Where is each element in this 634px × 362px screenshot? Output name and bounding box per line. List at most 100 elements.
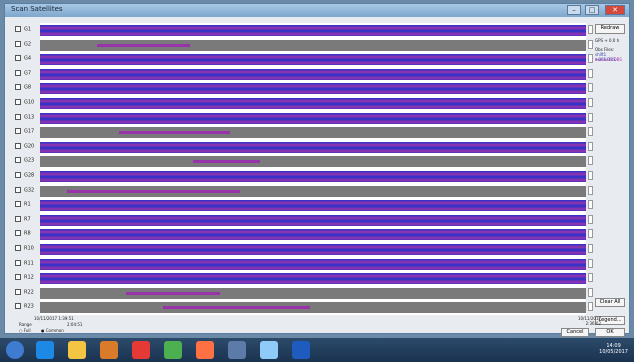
row-scroll-button[interactable] [588,156,593,166]
row-checkbox[interactable] [15,26,21,32]
row-label-r8[interactable]: R8 [15,230,31,237]
taskbar: 14:09 10/05/2017 [0,338,634,362]
track-g13 [40,112,586,124]
track-g23 [40,156,586,168]
row-scroll-button[interactable] [588,112,593,122]
row-label-r11[interactable]: R11 [15,259,34,266]
folder-icon[interactable] [68,341,86,359]
row-scroll-button[interactable] [588,141,593,151]
row-scroll-button[interactable] [588,171,593,180]
row-scroll-button[interactable] [588,302,593,312]
row-label-r23[interactable]: R23 [15,303,34,310]
paint-icon[interactable] [260,341,278,359]
row-label-r10[interactable]: R10 [15,245,34,252]
row-checkbox[interactable] [15,157,21,164]
row-label-r22[interactable]: R22 [15,288,34,295]
row-label-g8[interactable]: G8 [15,84,31,91]
row-label-r1[interactable]: R1 [15,201,31,208]
range-common-radio[interactable]: ● Common [41,328,64,333]
row-label-g17[interactable]: G17 [15,128,34,135]
row-scroll-button[interactable] [588,54,593,64]
row-label-g4[interactable]: G4 [15,55,31,62]
mid-time: 2:04:51 [67,322,83,327]
row-label-g2[interactable]: G2 [15,40,31,47]
row-checkbox[interactable] [15,142,21,149]
track-g28 [40,171,586,182]
row-label-g7[interactable]: G7 [15,69,31,76]
row-checkbox[interactable] [15,99,21,105]
row-checkbox[interactable] [15,259,21,266]
row-label-g28[interactable]: G28 [15,172,34,179]
close-button[interactable]: ✕ [605,5,625,15]
row-label-g20[interactable]: G20 [15,142,34,149]
row-label-g32[interactable]: G32 [15,186,34,193]
row-checkbox[interactable] [15,172,21,178]
row-label-g13[interactable]: G13 [15,113,34,120]
scan-segment [119,131,230,135]
row-scroll-button[interactable] [588,39,593,49]
redraw-button[interactable]: Redraw [595,24,625,34]
row-checkbox[interactable] [15,215,21,222]
row-scroll-button[interactable] [588,200,593,210]
row-label-g10[interactable]: G10 [15,99,34,106]
row-scroll-button[interactable] [588,273,593,283]
gps-offset: GPS + 0.0 h [595,38,620,43]
row-scroll-button[interactable] [588,68,593,78]
scan-satellites-window: Scan Satellites – □ ✕ G1 G2 G4 G7 G8 G10 G13 G1… [4,3,630,337]
row-checkbox[interactable] [15,274,21,281]
cancel-button[interactable]: Cancel [561,328,589,337]
row-scroll-button[interactable] [588,127,593,137]
row-checkbox[interactable] [15,288,21,295]
media-icon[interactable] [132,341,150,359]
app-icon[interactable] [100,341,118,359]
row-checkbox[interactable] [15,84,21,91]
clock[interactable]: 14:09 10/05/2017 [599,343,628,355]
row-label-g1[interactable]: G1 [15,26,31,33]
start-icon[interactable] [6,341,24,359]
word-icon[interactable] [292,341,310,359]
row-scroll-button[interactable] [588,214,593,224]
track-g20 [40,141,586,153]
track-g32 [40,185,586,197]
row-checkbox[interactable] [15,55,21,62]
scan-segment [126,291,220,295]
track-g4 [40,54,586,66]
row-label-r12[interactable]: R12 [15,274,34,281]
row-checkbox[interactable] [15,69,21,76]
browser-icon[interactable] [36,341,54,359]
row-checkbox[interactable] [15,113,21,120]
scan-segment [67,189,240,193]
row-checkbox[interactable] [15,128,21,135]
row-scroll-button[interactable] [588,185,593,195]
settings-icon[interactable] [228,341,246,359]
row-checkbox[interactable] [15,201,21,208]
row-scroll-button[interactable] [588,25,593,34]
ok-button[interactable]: OK [595,328,625,337]
scan-timeline-plot [40,23,586,315]
row-scroll-button[interactable] [588,258,593,268]
row-checkbox[interactable] [15,230,21,237]
chat-icon[interactable] [164,341,182,359]
track-r11 [40,258,586,270]
row-scroll-button[interactable] [588,98,593,107]
row-checkbox[interactable] [15,40,21,47]
row-checkbox[interactable] [15,186,21,193]
row-scroll-button[interactable] [588,229,593,239]
row-label-g23[interactable]: G23 [15,157,34,164]
row-scroll-button[interactable] [588,83,593,93]
row-label-r7[interactable]: R7 [15,215,31,222]
firefox-icon[interactable] [196,341,214,359]
scan-segment [163,306,310,310]
range-full-radio[interactable]: ○ Full [19,328,31,333]
row-scroll-button[interactable] [588,287,593,297]
maximize-button[interactable]: □ [585,5,599,15]
track-r12 [40,273,586,285]
clear-all-button[interactable]: Clear All [595,298,625,307]
row-checkbox[interactable] [15,245,21,251]
minimize-button[interactable]: – [567,5,581,15]
scan-segment [193,160,260,164]
row-checkbox[interactable] [15,303,21,310]
track-g1 [40,25,586,36]
track-r22 [40,287,586,299]
row-scroll-button[interactable] [588,244,593,253]
